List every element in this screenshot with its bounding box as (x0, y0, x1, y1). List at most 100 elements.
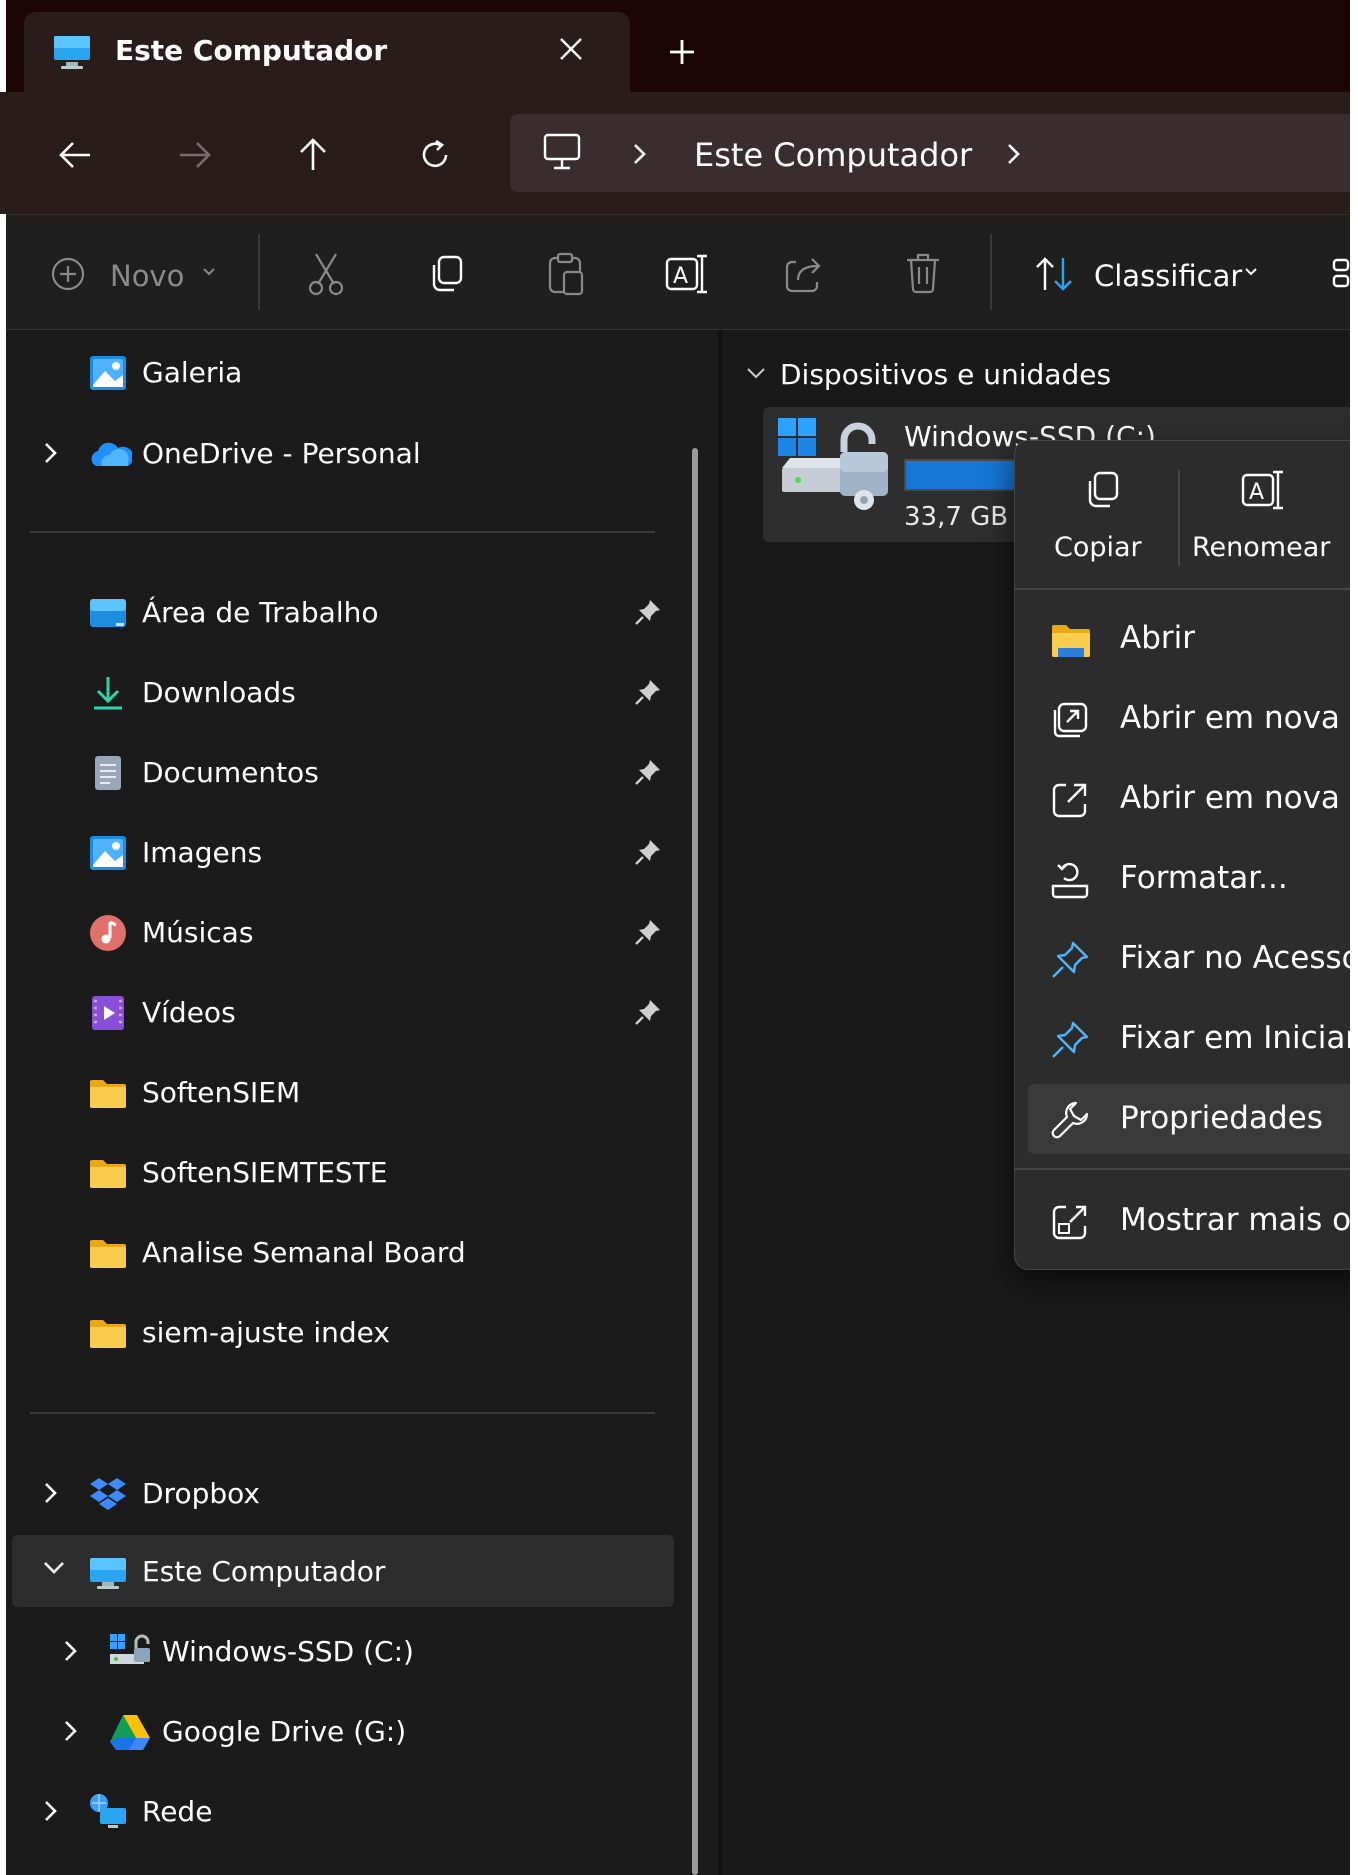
sidebar-item-area-de-trabalho[interactable]: Área de Trabalho (12, 576, 674, 648)
chevron-right-icon[interactable] (62, 1639, 80, 1663)
chevron-right-icon[interactable] (62, 1719, 80, 1743)
sidebar-scrollbar[interactable] (692, 448, 698, 1875)
copy-icon[interactable] (426, 254, 466, 294)
pin-icon[interactable] (634, 678, 662, 706)
chevron-right-icon[interactable] (632, 142, 648, 166)
sidebar-item-label: SoftenSIEM (142, 1076, 301, 1109)
sidebar-item-galeria[interactable]: Galeria (12, 336, 674, 408)
close-icon[interactable] (558, 36, 584, 62)
cut-icon[interactable] (306, 252, 346, 296)
sidebar-item-label: SoftenSIEMTESTE (142, 1156, 388, 1189)
pin-icon[interactable] (634, 838, 662, 866)
delete-icon[interactable] (904, 252, 942, 294)
sidebar-item-siem-ajuste-index[interactable]: siem-ajuste index (12, 1296, 674, 1368)
monitor-icon (88, 1552, 128, 1592)
pin-icon[interactable] (634, 998, 662, 1026)
pin-icon (1050, 940, 1090, 980)
sidebar-item-documentos[interactable]: Documentos (12, 736, 674, 808)
sidebar-item-label: Windows-SSD (C:) (162, 1635, 414, 1668)
pin-icon[interactable] (634, 918, 662, 946)
sidebar-item-imagens[interactable]: Imagens (12, 816, 674, 888)
chevron-down-icon[interactable] (42, 1559, 66, 1577)
arrow-up-icon[interactable] (298, 136, 328, 172)
pin-icon[interactable] (634, 598, 662, 626)
sidebar-item-label: OneDrive - Personal (142, 437, 421, 470)
context-item-abrir[interactable]: Abrir (1028, 604, 1358, 674)
context-item-label: Fixar em Iniciar (1120, 1020, 1358, 1056)
rename-icon[interactable]: A (664, 254, 708, 294)
folder-open-icon (1050, 620, 1090, 660)
context-item-fixar-iniciar[interactable]: Fixar em Iniciar (1028, 1004, 1358, 1074)
sidebar-item-label: Imagens (142, 836, 263, 869)
sidebar-item-label: Galeria (142, 356, 243, 389)
arrow-right-icon[interactable] (178, 140, 212, 170)
music-icon (88, 913, 128, 953)
context-rename-button[interactable]: A Renomear (1188, 452, 1358, 576)
context-item-label: Abrir em nova (1120, 780, 1340, 816)
chevron-down-icon[interactable] (746, 366, 766, 380)
context-item-propriedades[interactable]: Propriedades (1028, 1084, 1358, 1154)
chevron-right-icon[interactable] (1006, 142, 1022, 166)
sidebar-item-label: Google Drive (G:) (162, 1715, 407, 1748)
sidebar-item-videos[interactable]: Vídeos (12, 976, 674, 1048)
sidebar-item-label: Este Computador (142, 1555, 386, 1588)
sidebar-item-label: Vídeos (142, 996, 236, 1029)
context-item-abrir-nova-janela[interactable]: Abrir em nova (1028, 764, 1358, 834)
new-button[interactable]: Novo (110, 259, 184, 293)
sidebar-item-este-computador[interactable]: Este Computador (12, 1535, 674, 1607)
sidebar-item-rede[interactable]: Rede (12, 1775, 674, 1847)
chevron-right-icon[interactable] (42, 441, 60, 465)
sidebar-item-windows-ssd[interactable]: Windows-SSD (C:) (12, 1615, 674, 1687)
sidebar-item-downloads[interactable]: Downloads (12, 656, 674, 728)
chevron-right-icon[interactable] (42, 1481, 60, 1505)
pin-icon[interactable] (634, 758, 662, 786)
folder-icon (88, 1313, 128, 1353)
monitor-icon (542, 132, 582, 172)
dropbox-icon (88, 1474, 128, 1514)
sidebar-item-musicas[interactable]: Músicas (12, 896, 674, 968)
group-header[interactable]: Dispositivos e unidades (780, 358, 1111, 391)
context-item-label: Formatar... (1120, 860, 1288, 896)
sidebar-item-label: Downloads (142, 676, 296, 709)
context-item-label: Abrir (1120, 620, 1195, 656)
onedrive-icon (88, 434, 132, 474)
context-item-mostrar-mais-opcoes[interactable]: Mostrar mais o (1028, 1186, 1358, 1256)
videos-icon (88, 993, 128, 1033)
context-item-formatar[interactable]: Formatar... (1028, 844, 1358, 914)
toolbar-separator (258, 234, 260, 310)
context-copy-button[interactable]: Copiar (1040, 452, 1188, 576)
context-item-label: Propriedades (1120, 1100, 1323, 1136)
sidebar-item-label: Dropbox (142, 1477, 260, 1510)
sidebar-item-google-drive[interactable]: Google Drive (G:) (12, 1695, 674, 1767)
sidebar-item-onedrive[interactable]: OneDrive - Personal (12, 417, 674, 489)
refresh-icon[interactable] (418, 138, 452, 172)
rename-icon: A (1240, 470, 1284, 510)
context-separator (1014, 588, 1358, 590)
chevron-down-icon (1244, 266, 1258, 278)
arrow-left-icon[interactable] (58, 140, 92, 170)
sidebar-item-label: siem-ajuste index (142, 1316, 390, 1349)
sidebar-item-dropbox[interactable]: Dropbox (12, 1457, 674, 1529)
sort-button[interactable]: Classificar (1094, 259, 1242, 293)
sidebar-item-softensiemteste[interactable]: SoftenSIEMTESTE (12, 1136, 674, 1208)
sidebar-item-softensiem[interactable]: SoftenSIEM (12, 1056, 674, 1128)
share-icon[interactable] (784, 254, 824, 294)
context-item-label: Mostrar mais o (1120, 1202, 1352, 1238)
gallery-icon (88, 353, 128, 393)
plus-icon[interactable] (668, 38, 696, 66)
view-icon[interactable] (1330, 256, 1350, 292)
copy-icon (1082, 470, 1122, 510)
context-rename-label: Renomear (1192, 532, 1331, 563)
desktop-icon (88, 593, 128, 633)
context-item-abrir-nova-guia[interactable]: Abrir em nova (1028, 684, 1358, 754)
sidebar-item-label: Rede (142, 1795, 213, 1828)
svg-text:A: A (1249, 480, 1264, 505)
sidebar-item-analise-semanal-board[interactable]: Analise Semanal Board (12, 1216, 674, 1288)
drive-free-space: 33,7 GB (904, 502, 1009, 532)
tab-title: Este Computador (115, 34, 388, 67)
chevron-right-icon[interactable] (42, 1799, 60, 1823)
paste-icon[interactable] (546, 252, 586, 296)
sidebar-item-label: Área de Trabalho (142, 596, 379, 629)
address-segment[interactable]: Este Computador (694, 136, 972, 174)
context-item-fixar-acesso[interactable]: Fixar no Acesso (1028, 924, 1358, 994)
